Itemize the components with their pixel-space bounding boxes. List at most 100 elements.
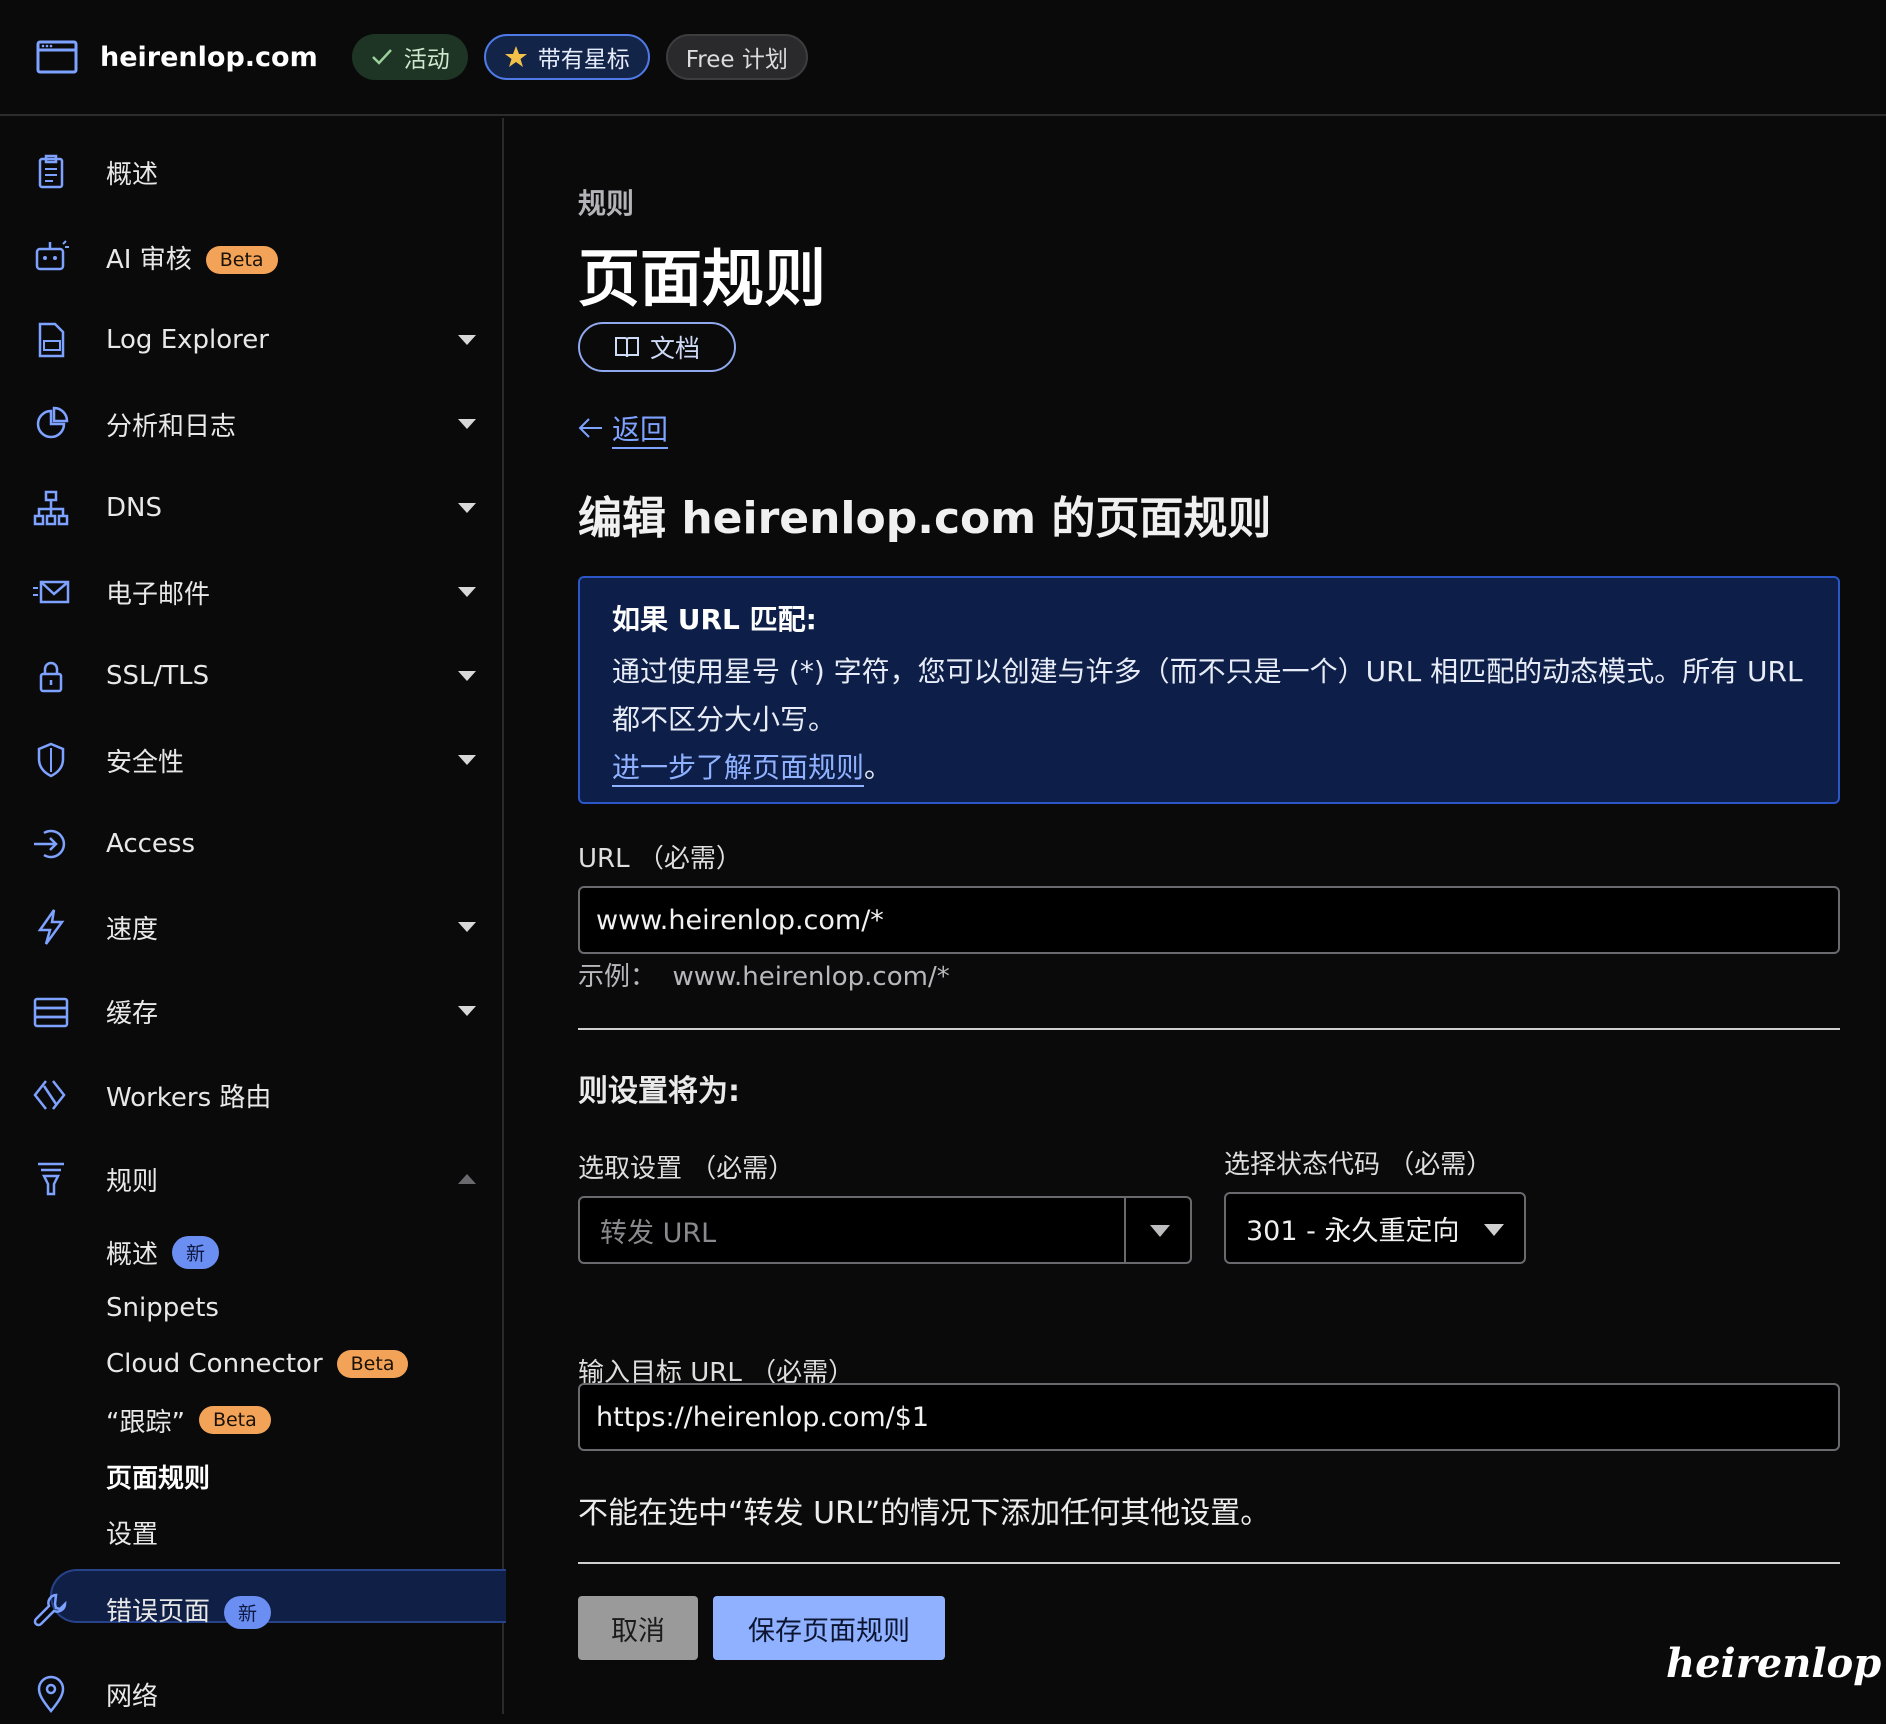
- workers-icon: [33, 1080, 66, 1110]
- watermark: heirenlop 潞: [1666, 1636, 1886, 1690]
- sidebar-item-label: 概述: [106, 159, 159, 190]
- rules-sub-overview[interactable]: 概述新: [106, 1230, 220, 1274]
- plan-pill[interactable]: Free 计划: [665, 34, 808, 80]
- settings-heading: 则设置将为:: [578, 1074, 740, 1109]
- check-icon: [371, 49, 392, 65]
- book-icon: [614, 337, 639, 358]
- sidebar-item-label: Log Explorer: [106, 325, 269, 355]
- chevron-down-icon[interactable]: [458, 922, 476, 932]
- status-active-label: 活动: [403, 47, 450, 73]
- pie-chart-icon: [36, 406, 69, 439]
- sidebar-item-label: 分析和日志: [106, 411, 237, 442]
- sidebar-item-label: 错误页面新: [106, 1591, 272, 1629]
- chevron-down-icon[interactable]: [458, 587, 476, 597]
- sidebar-item-access[interactable]: Access: [0, 814, 504, 874]
- sidebar-item-cache[interactable]: 缓存: [0, 981, 504, 1041]
- lock-icon: [39, 661, 63, 693]
- url-hint-prefix: 示例：: [578, 962, 657, 992]
- sub-item-label: Cloud Connector: [106, 1349, 323, 1379]
- url-match-info-box: 如果 URL 匹配: 通过使用星号 (*) 字符，您可以创建与许多（而不只是一个…: [578, 576, 1840, 804]
- sidebar-item-log-explorer[interactable]: Log Explorer: [0, 310, 504, 370]
- access-icon: [34, 829, 66, 859]
- url-input[interactable]: www.heirenlop.com/*: [578, 886, 1840, 954]
- rules-sub-page-rules[interactable]: 页面规则: [106, 1454, 210, 1498]
- pick-setting-select[interactable]: 转发 URL: [578, 1196, 1192, 1264]
- sidebar-item-label: 电子邮件: [106, 579, 211, 610]
- url-hint-value: www.heirenlop.com/*: [672, 962, 950, 992]
- beta-badge: Beta: [205, 246, 278, 274]
- sidebar-item-label: 规则: [106, 1166, 159, 1197]
- zone-domain: heirenlop.com: [100, 41, 318, 73]
- sidebar-item-label: 缓存: [106, 998, 159, 1029]
- chevron-down-icon[interactable]: [458, 335, 476, 345]
- url-label: URL （必需）: [578, 844, 742, 874]
- rules-icon: [38, 1162, 64, 1196]
- sidebar-item-label: DNS: [106, 493, 162, 523]
- star-icon: [504, 46, 527, 67]
- starred-toggle[interactable]: 带有星标: [483, 34, 650, 80]
- breadcrumb[interactable]: 规则: [578, 182, 634, 222]
- sidebar-item-email[interactable]: 电子邮件: [0, 562, 504, 622]
- info-text: 通过使用星号 (*) 字符，您可以创建与许多（而不只是一个）URL 相匹配的动态…: [612, 655, 1803, 736]
- docs-button[interactable]: 文档: [578, 322, 736, 372]
- sidebar-item-rules[interactable]: 规则: [0, 1149, 504, 1209]
- target-url-input[interactable]: https://heirenlop.com/$1: [578, 1383, 1840, 1451]
- learn-more-link[interactable]: 进一步了解页面规则: [612, 751, 864, 784]
- sidebar-item-analytics[interactable]: 分析和日志: [0, 394, 504, 454]
- sidebar-item-workers-routes[interactable]: Workers 路由: [0, 1065, 504, 1125]
- network-icon: [33, 490, 69, 526]
- rules-sub-cloud-connector[interactable]: Cloud Connector Beta: [106, 1342, 409, 1386]
- sidebar-item-label: SSL/TLS: [106, 661, 210, 691]
- sidebar-item-overview[interactable]: 概述: [0, 142, 504, 202]
- sidebar-item-label: 网络: [106, 1681, 159, 1712]
- chevron-down-icon[interactable]: [458, 1006, 476, 1016]
- rules-sub-trace[interactable]: “跟踪” Beta: [106, 1398, 271, 1442]
- sidebar-item-error-pages[interactable]: 错误页面新: [0, 1580, 504, 1640]
- sidebar-item-label: 安全性: [106, 747, 185, 778]
- sidebar-item-label: 速度: [106, 914, 159, 945]
- clipboard-icon: [38, 154, 64, 189]
- cancel-button[interactable]: 取消: [578, 1596, 698, 1660]
- edit-heading: 编辑 heirenlop.com 的页面规则: [578, 493, 1272, 544]
- sidebar-item-label: AI 审核 Beta: [106, 239, 278, 276]
- top-bar: heirenlop.com 活动 带有星标 Free 计划: [0, 0, 1886, 116]
- url-hint: 示例： www.heirenlop.com/*: [578, 956, 950, 993]
- sub-item-label: Snippets: [106, 1293, 219, 1323]
- save-page-rule-button[interactable]: 保存页面规则: [713, 1596, 945, 1660]
- chevron-down-icon: [1150, 1225, 1170, 1237]
- new-badge: 新: [172, 1235, 220, 1269]
- back-link[interactable]: 返回: [578, 408, 668, 448]
- rules-sub-settings[interactable]: 设置: [106, 1510, 158, 1554]
- status-active-pill: 活动: [351, 34, 468, 80]
- sidebar-item-label: Access: [106, 829, 196, 859]
- chevron-down-icon[interactable]: [458, 503, 476, 513]
- sidebar-item-ssl-tls[interactable]: SSL/TLS: [0, 646, 504, 706]
- chevron-down-icon[interactable]: [458, 755, 476, 765]
- beta-badge: Beta: [198, 1406, 271, 1434]
- sidebar-item-speed[interactable]: 速度: [0, 897, 504, 957]
- sidebar-item-security[interactable]: 安全性: [0, 730, 504, 790]
- watermark-text: heirenlop: [1666, 1639, 1882, 1687]
- sidebar-item-text: 错误页面: [106, 1597, 211, 1627]
- section-divider: [578, 1562, 1840, 1564]
- status-code-select[interactable]: 301 - 永久重定向: [1224, 1192, 1526, 1264]
- chevron-down-icon[interactable]: [458, 671, 476, 681]
- chevron-down-icon: [1484, 1224, 1504, 1236]
- sidebar-item-network[interactable]: 网络: [0, 1664, 504, 1724]
- back-label: 返回: [612, 413, 669, 446]
- sidebar-item-dns[interactable]: DNS: [0, 478, 504, 538]
- sidebar-item-ai-audit[interactable]: AI 审核 Beta: [0, 227, 504, 287]
- info-title: 如果 URL 匹配:: [612, 603, 817, 636]
- wrench-icon: [33, 1593, 67, 1627]
- status-code-label: 选择状态代码 （必需）: [1224, 1150, 1493, 1180]
- chevron-up-icon[interactable]: [458, 1174, 476, 1184]
- sub-item-label: 设置: [106, 1519, 159, 1550]
- shield-icon: [37, 742, 65, 778]
- section-divider: [578, 1028, 1840, 1030]
- browser-window-icon: [36, 40, 78, 74]
- chevron-down-icon[interactable]: [458, 419, 476, 429]
- forward-url-note: 不能在选中“转发 URL”的情况下添加任何其他设置。: [578, 1496, 1271, 1531]
- sidebar: 概述 AI 审核 Beta Log Explorer 分析和日志 DNS 电子邮件…: [0, 118, 506, 1714]
- rules-sub-snippets[interactable]: Snippets: [106, 1286, 219, 1330]
- sidebar-item-label: Workers 路由: [106, 1082, 272, 1113]
